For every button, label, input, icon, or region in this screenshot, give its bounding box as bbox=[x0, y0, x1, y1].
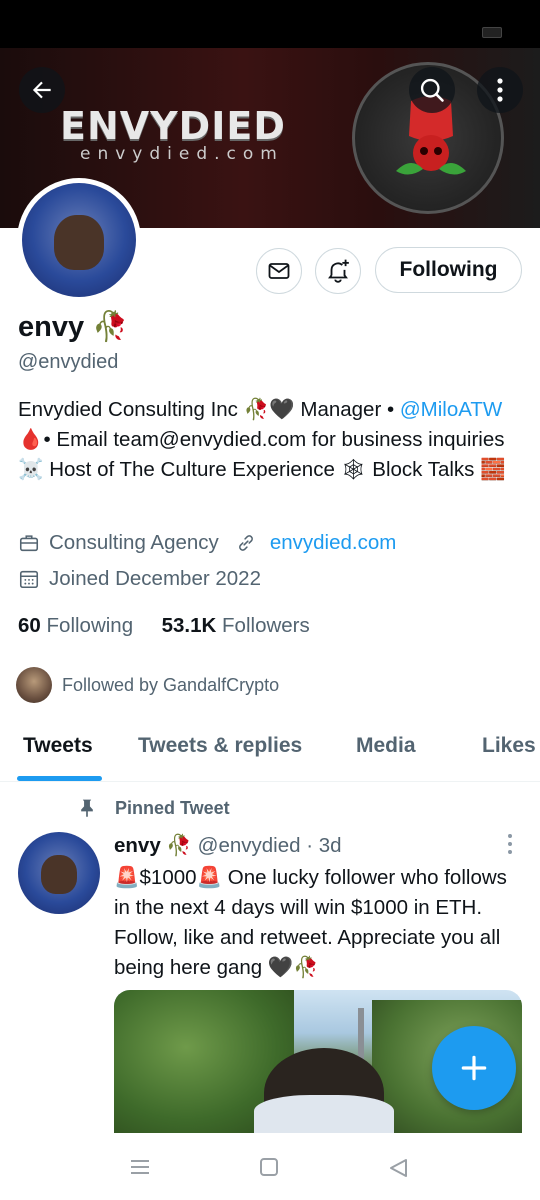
following-count-link[interactable]: 60 Following bbox=[18, 614, 133, 637]
profile-bio: Envydied Consulting Inc 🥀🖤 Manager • @Mi… bbox=[18, 395, 523, 485]
followed-by-row[interactable]: Followed by GandalfCrypto bbox=[16, 667, 279, 703]
tweet-avatar-image bbox=[18, 832, 100, 914]
link-icon bbox=[238, 535, 253, 551]
status-bar bbox=[0, 0, 540, 48]
tweet-author-name[interactable]: envy 🥀 bbox=[114, 834, 192, 857]
bio-mention-link[interactable]: @MiloATW bbox=[400, 398, 502, 421]
bio-text-part2: 🩸• Email team@envydied.com for business … bbox=[18, 428, 506, 481]
pinned-tweet-text: Pinned Tweet bbox=[115, 797, 230, 818]
home-square-icon bbox=[260, 1158, 278, 1176]
tweet-more-button[interactable] bbox=[500, 832, 520, 861]
follower-avatar bbox=[16, 667, 52, 703]
tab-tweets[interactable]: Tweets bbox=[23, 734, 93, 758]
profile-name: envy 🥀 bbox=[18, 311, 129, 343]
message-button[interactable] bbox=[256, 248, 302, 294]
tweet-author-avatar[interactable] bbox=[18, 832, 100, 914]
followed-by-text: Followed by GandalfCrypto bbox=[62, 674, 280, 695]
tab-likes[interactable]: Likes bbox=[482, 734, 536, 758]
home-button[interactable] bbox=[259, 1157, 279, 1182]
calendar-icon bbox=[19, 570, 39, 589]
recent-apps-button[interactable] bbox=[129, 1157, 151, 1182]
profile-meta-row: Consulting Agency envydied.com bbox=[18, 531, 396, 555]
bio-text-part1: Envydied Consulting Inc 🥀🖤 Manager • bbox=[18, 398, 400, 421]
following-button[interactable]: Following bbox=[375, 247, 522, 293]
search-icon bbox=[420, 78, 444, 102]
compose-tweet-button[interactable] bbox=[432, 1026, 516, 1110]
profile-category: Consulting Agency bbox=[49, 531, 219, 554]
search-button[interactable] bbox=[409, 67, 455, 113]
profile-tabs: Tweets Tweets & replies Media Likes bbox=[0, 718, 540, 782]
profile-joined-row: Joined December 2022 bbox=[18, 567, 261, 591]
tweet-time: · 3d bbox=[306, 834, 342, 857]
profile-avatar[interactable] bbox=[17, 178, 141, 302]
more-vertical-icon bbox=[508, 834, 512, 854]
back-triangle-icon bbox=[390, 1159, 407, 1177]
back-button[interactable] bbox=[19, 67, 65, 113]
avatar-image bbox=[22, 183, 136, 297]
pin-icon bbox=[81, 799, 93, 818]
tweet-text: 🚨$1000🚨 One lucky follower who follows i… bbox=[114, 866, 507, 979]
battery-icon bbox=[482, 27, 502, 38]
banner-domain-text: envydied.com bbox=[80, 144, 284, 164]
profile-joined-date: Joined December 2022 bbox=[49, 567, 261, 590]
menu-icon bbox=[131, 1160, 149, 1174]
active-tab-indicator bbox=[17, 776, 102, 781]
tweet-author-handle: @envydied bbox=[197, 834, 301, 857]
following-count: 60 bbox=[18, 614, 41, 637]
system-back-button[interactable] bbox=[387, 1157, 409, 1184]
back-arrow-icon bbox=[32, 81, 51, 99]
notifications-button[interactable] bbox=[315, 248, 361, 294]
bell-plus-icon bbox=[328, 259, 349, 283]
pinned-tweet-label: Pinned Tweet bbox=[77, 797, 230, 819]
tab-media[interactable]: Media bbox=[356, 734, 416, 758]
more-options-button[interactable] bbox=[477, 67, 523, 113]
tweet-header: envy 🥀 @envydied · 3d bbox=[114, 834, 342, 858]
following-label: Following bbox=[46, 614, 134, 637]
media-shirt bbox=[254, 1095, 394, 1133]
system-nav-bar bbox=[0, 1133, 540, 1200]
followers-label: Followers bbox=[222, 614, 310, 637]
followers-count-link[interactable]: 53.1K Followers bbox=[162, 614, 310, 637]
follow-counts: 60 Following 53.1K Followers bbox=[18, 614, 310, 638]
briefcase-icon bbox=[19, 535, 39, 552]
profile-handle: @envydied bbox=[18, 351, 119, 373]
tab-tweets-and-replies[interactable]: Tweets & replies bbox=[138, 734, 302, 758]
banner-brand-text: ENVYDIED bbox=[60, 104, 286, 148]
mail-icon bbox=[268, 263, 290, 279]
more-vertical-icon bbox=[497, 78, 503, 102]
compose-plus-icon bbox=[461, 1055, 487, 1081]
profile-website-link[interactable]: envydied.com bbox=[270, 531, 396, 555]
followers-count: 53.1K bbox=[161, 614, 217, 637]
